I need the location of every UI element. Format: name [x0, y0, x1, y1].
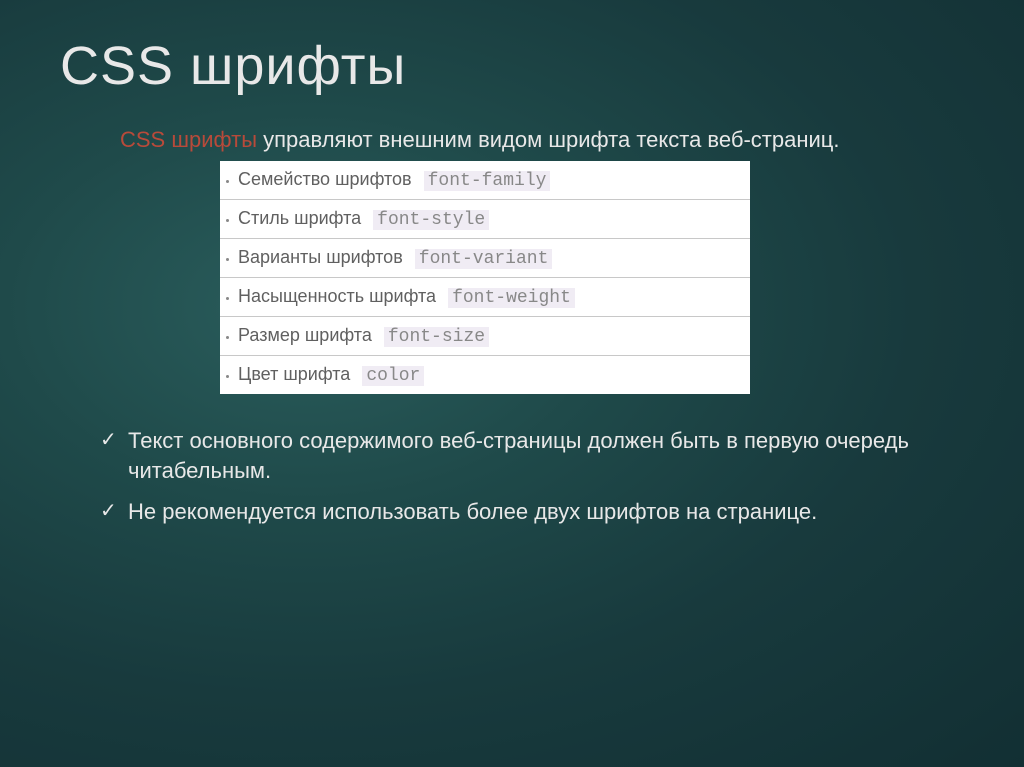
intro-rest: управляют внешним видом шрифта текста ве… [257, 127, 839, 152]
intro-text: CSS шрифты управляют внешним видом шрифт… [120, 125, 964, 155]
row-label: Размер шрифта [238, 325, 372, 346]
slide: CSS шрифты CSS шрифты управляют внешним … [0, 0, 1024, 528]
table-row: Размер шрифта font-size [220, 317, 750, 356]
table-row: Стиль шрифта font-style [220, 200, 750, 239]
row-label: Стиль шрифта [238, 208, 361, 229]
row-label: Семейство шрифтов [238, 169, 412, 190]
bullet-list: Текст основного содержимого веб-страницы… [100, 426, 964, 528]
intro-emphasis: CSS шрифты [120, 127, 257, 152]
row-label: Насыщенность шрифта [238, 286, 436, 307]
row-label: Цвет шрифта [238, 364, 350, 385]
properties-table: Семейство шрифтов font-family Стиль шриф… [220, 161, 750, 394]
row-code: font-weight [448, 288, 575, 308]
row-code: font-family [424, 171, 551, 191]
table-row: Насыщенность шрифта font-weight [220, 278, 750, 317]
list-item: Не рекомендуется использовать более двух… [100, 497, 964, 528]
row-label: Варианты шрифтов [238, 247, 403, 268]
row-code: font-style [373, 210, 489, 230]
row-code: font-variant [415, 249, 553, 269]
row-code: color [362, 366, 424, 386]
table-row: Цвет шрифта color [220, 356, 750, 394]
row-code: font-size [384, 327, 489, 347]
table-row: Семейство шрифтов font-family [220, 161, 750, 200]
list-item: Текст основного содержимого веб-страницы… [100, 426, 964, 488]
table-row: Варианты шрифтов font-variant [220, 239, 750, 278]
slide-title: CSS шрифты [60, 35, 964, 97]
